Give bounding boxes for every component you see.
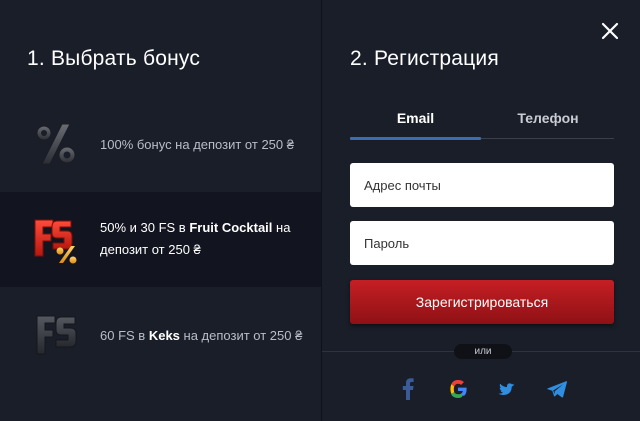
bonus-option-3-text: 60 FS в Keks на депозит от 250 ₴ [100, 325, 302, 347]
registration-panel: 2. Регистрация Email Телефон Зарегистрир… [322, 0, 640, 421]
bonus-option-2-game: Fruit Cocktail [189, 220, 273, 235]
registration-tabs: Email Телефон [350, 103, 614, 140]
registration-title: 2. Регистрация [350, 47, 499, 70]
google-icon [450, 380, 467, 398]
password-field[interactable] [350, 221, 614, 265]
bonus-option-3-game: Keks [148, 328, 180, 343]
google-login-button[interactable] [446, 377, 470, 401]
percent-icon [36, 123, 76, 165]
close-icon[interactable] [599, 20, 621, 42]
tab-email[interactable]: Email [350, 110, 481, 126]
registration-modal: 1. Выбрать бонус 100% бонус на депозит о… [0, 0, 640, 421]
or-label: или [454, 344, 512, 359]
bonus-option-1-text: 100% бонус на депозит от 250 ₴ [100, 137, 294, 152]
twitter-icon [498, 382, 515, 395]
bonus-option-3-text-pre: 60 FS в [100, 328, 149, 343]
twitter-login-button[interactable] [495, 377, 519, 401]
bonus-option-2-text-pre: 50% и 30 FS в [100, 220, 190, 235]
fs-percent-icon [34, 219, 77, 264]
facebook-icon [402, 378, 414, 400]
email-field[interactable] [350, 163, 614, 207]
facebook-login-button[interactable] [396, 377, 420, 401]
bonus-option-3[interactable]: 60 FS в Keks на депозит от 250 ₴ [0, 290, 321, 380]
telegram-login-button[interactable] [545, 377, 569, 401]
active-tab-indicator [350, 137, 481, 140]
bonus-option-2[interactable]: 50% и 30 FS в Fruit Cocktail на депозит … [0, 192, 321, 287]
tab-phone[interactable]: Телефон [482, 110, 614, 126]
bonus-panel: 1. Выбрать бонус 100% бонус на депозит о… [0, 0, 321, 421]
register-button[interactable]: Зарегистрироваться [350, 280, 614, 324]
bonus-panel-title: 1. Выбрать бонус [27, 47, 201, 70]
fs-icon [36, 315, 77, 355]
bonus-option-1[interactable]: 100% бонус на депозит от 250 ₴ [0, 100, 321, 190]
bonus-option-3-text-post: на депозит от 250 ₴ [179, 328, 303, 343]
bonus-option-2-text: 50% и 30 FS в Fruit Cocktail на депозит … [100, 217, 295, 261]
telegram-icon [547, 381, 567, 398]
